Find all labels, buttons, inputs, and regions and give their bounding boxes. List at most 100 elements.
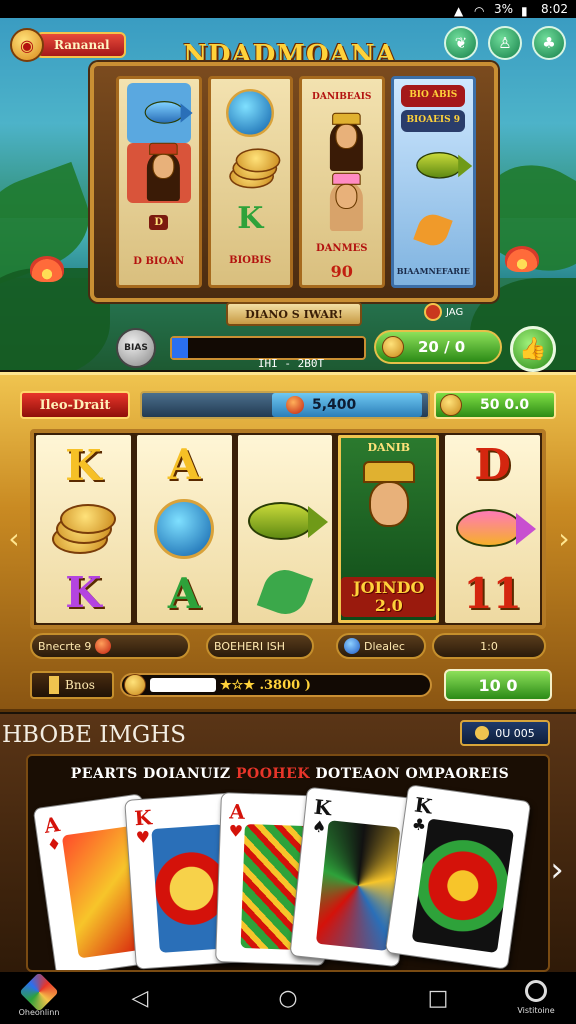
spade-icon: ♠ xyxy=(311,816,328,837)
reel-1: K K xyxy=(36,435,131,623)
balance-bar: 5,400 xyxy=(140,391,430,419)
coin-icon xyxy=(124,674,146,696)
battery-text: 3% xyxy=(494,2,514,16)
stat-value: 1:0 xyxy=(480,639,498,653)
win-display[interactable]: 20 / 0 xyxy=(374,330,502,364)
symbol-caption: DANIBEAIS xyxy=(312,92,372,103)
chevron-right-icon[interactable]: › xyxy=(554,515,574,561)
stat-box: Bnecrte 9 xyxy=(30,633,190,659)
ruby-icon xyxy=(286,396,304,414)
recents-icon[interactable]: □ xyxy=(422,982,454,1014)
tropical-flower xyxy=(505,246,539,272)
bet-text: Bnos xyxy=(65,678,95,692)
tropical-flower xyxy=(30,256,64,282)
card-art xyxy=(411,818,515,954)
upper-reel-1: D D BIOAN xyxy=(116,76,202,288)
shield-icon xyxy=(344,638,360,654)
fish-symbol xyxy=(448,499,538,559)
bet-label[interactable]: Bnos xyxy=(30,671,114,699)
upper-reel-2: K BIOBIS xyxy=(207,76,293,288)
reel-3 xyxy=(237,435,333,623)
stat-row: Bnecrte 9 BOEHERI ISH Dlealec 1:0 xyxy=(30,633,546,659)
main-info-row: Ileo-Drait 5,400 50 0.0 xyxy=(20,389,556,421)
diamond-icon: ♦ xyxy=(45,833,63,855)
coins-symbol xyxy=(218,143,282,197)
rank-badge[interactable]: ◉ Rananal xyxy=(10,28,126,62)
upper-slot-machine: D D BIOAN K BIOBIS DANIBEAIS DANMES 90 B… xyxy=(90,62,498,302)
playing-card[interactable]: K ♣ xyxy=(384,784,532,970)
spin-button[interactable]: 10 0 xyxy=(444,669,552,701)
person-icon[interactable]: ♙ xyxy=(488,26,522,60)
letter-d-symbol: D xyxy=(474,440,511,489)
thumbs-up-icon[interactable]: 👍 xyxy=(510,326,556,372)
subtitle-highlight: POOHEK xyxy=(236,766,310,782)
leaf-icon[interactable]: ❦ xyxy=(444,26,478,60)
symbol-caption: BIOBIS xyxy=(229,254,272,266)
badge-value: 0U 005 xyxy=(495,726,535,740)
stat-box: 1:0 xyxy=(432,633,546,659)
credit-display[interactable]: 50 0.0 xyxy=(434,391,556,419)
credit-value: 50 0.0 xyxy=(480,397,530,413)
reel-window: K K A A DANIB JOINDO 2.0 D 11 xyxy=(30,429,546,629)
orb-symbol xyxy=(218,83,282,143)
settings-label: Vistitoine xyxy=(517,1006,555,1015)
cards-section: HBOBE IMGHS 0U 005 PEARTS DOIANUIZ POOHE… xyxy=(0,714,576,972)
queen-symbol xyxy=(310,112,374,173)
letter-a-symbol: A xyxy=(167,440,201,489)
progress-caption: IHI - 2B0T xyxy=(257,357,325,370)
cards-title: HBOBE IMGHS xyxy=(2,722,187,748)
notification-icon: ▲ xyxy=(454,4,464,18)
wifi-icon: ◠ xyxy=(474,4,485,18)
warrior-symbol xyxy=(126,142,191,203)
stat-box: Dlealec xyxy=(336,633,426,659)
queen-symbol xyxy=(349,460,429,571)
upper-control-row: BIAS IHI - 2B0T 20 / 0 👍 xyxy=(0,326,576,372)
upper-reel-4: BIO ABIS BIOAEIS 9 BIAAMNEFARIE xyxy=(390,76,476,288)
card-rank: K xyxy=(133,805,153,831)
rank-label: Rananal xyxy=(36,32,126,58)
wild-title: DANIB xyxy=(367,441,411,455)
system-nav-bar: Oheonlinn ◁ ○ □ Vistitoine xyxy=(0,972,576,1024)
battery-icon: ▮ xyxy=(521,4,528,18)
symbol-caption: DANMES xyxy=(316,242,368,254)
symbol-letter: D xyxy=(149,215,169,230)
stat-label: BOEHERI ISH xyxy=(214,639,286,653)
symbol-caption: BIAAMNEFARIE xyxy=(396,265,470,276)
fish-symbol xyxy=(401,136,473,196)
symbol-value: 90 xyxy=(330,262,353,282)
seahorse-symbol xyxy=(401,200,465,260)
top-icon-group: ❦ ♙ ♣ xyxy=(444,26,566,60)
main-slot-machine: Ileo-Drait 5,400 50 0.0 ‹ › K K A A DANI… xyxy=(0,372,576,712)
letter-k-symbol: K xyxy=(237,200,264,236)
upper-mini-indicator: JAG xyxy=(424,300,490,324)
bet-row: Bnos ★☆★ .3800 ) 10 0 xyxy=(30,669,552,701)
symbol-caption: BIO ABIS xyxy=(401,84,466,107)
tree-icon[interactable]: ♣ xyxy=(532,26,566,60)
heart-icon: ♥ xyxy=(228,821,244,841)
clock: 8:02 xyxy=(541,2,568,16)
letter-k-symbol: K xyxy=(65,568,102,617)
app-shortcut[interactable]: Oheonlinn xyxy=(4,972,74,1022)
cards-panel: PEARTS DOIANUIZ POOHEK DOTEAON OMPAOREIS… xyxy=(26,754,550,972)
cards-badge[interactable]: 0U 005 xyxy=(460,720,550,746)
coins-symbol xyxy=(48,502,118,556)
chevron-right-icon[interactable]: › xyxy=(540,842,574,898)
fish-symbol xyxy=(240,492,330,552)
gear-icon xyxy=(525,980,547,1002)
reel-4-wild: DANIB JOINDO 2.0 xyxy=(338,435,440,623)
back-icon[interactable]: ◁ xyxy=(124,982,156,1014)
subtitle-part: PEARTS DOIANUIZ xyxy=(70,766,236,782)
stat-label: Dlealec xyxy=(364,639,405,653)
bias-button[interactable]: BIAS xyxy=(116,328,156,368)
wild-caption: JOINDO 2.0 xyxy=(341,577,437,617)
home-icon[interactable]: ○ xyxy=(272,982,304,1014)
reel-2: A A xyxy=(136,435,232,623)
letter-k-symbol: K xyxy=(65,441,102,490)
letter-a-symbol: A xyxy=(167,569,201,618)
number-symbol: 11 xyxy=(463,569,522,618)
coin-icon xyxy=(440,394,462,416)
letter-d-symbol: D xyxy=(127,203,191,242)
chevron-left-icon[interactable]: ‹ xyxy=(4,515,24,561)
orb-symbol xyxy=(154,499,215,559)
settings-shortcut[interactable]: Vistitoine xyxy=(500,976,572,1022)
